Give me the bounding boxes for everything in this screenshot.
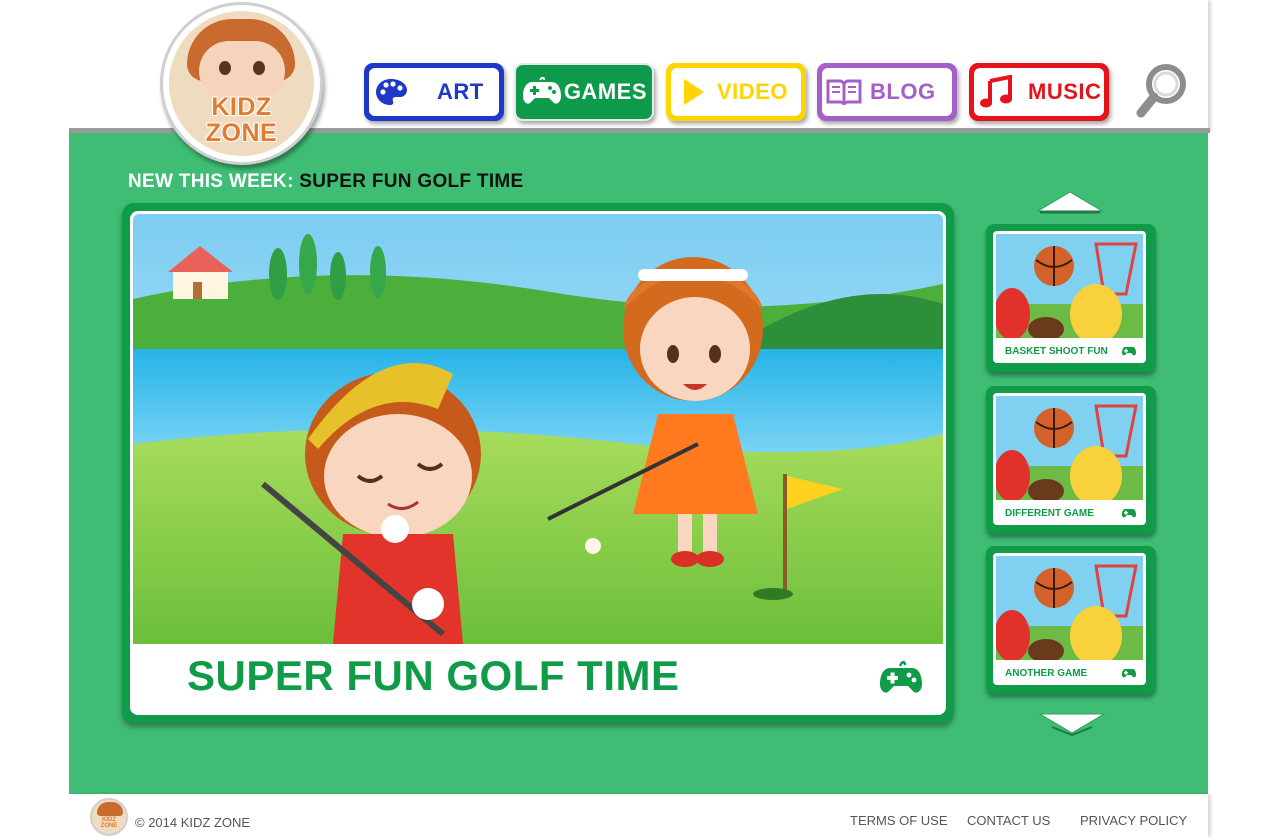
logo-text-line2: ZONE bbox=[205, 119, 278, 147]
nav-blog-button[interactable]: BLOG bbox=[817, 63, 957, 121]
nav-games-label: GAMES bbox=[563, 79, 647, 104]
main-content: NEW THIS WEEK: SUPER FUN GOLF TIME SUPER… bbox=[69, 133, 1208, 794]
terms-of-use-link[interactable]: TERMS OF USE bbox=[850, 813, 948, 828]
game-thumbnail-image bbox=[996, 556, 1143, 660]
search-button[interactable] bbox=[1134, 60, 1190, 122]
nav-art-button[interactable]: ART bbox=[364, 63, 504, 121]
nav-blog-label: BLOG bbox=[870, 79, 936, 104]
heading-game-name[interactable]: SUPER FUN GOLF TIME bbox=[299, 171, 523, 192]
gamepad-icon bbox=[1122, 669, 1136, 678]
carousel-item-label: ANOTHER GAME bbox=[1005, 668, 1088, 679]
featured-game-title[interactable]: SUPER FUN GOLF TIME bbox=[187, 652, 680, 700]
music-note-icon bbox=[974, 68, 1018, 116]
contact-us-link[interactable]: CONTACT US bbox=[967, 813, 1050, 828]
nav-music-button[interactable]: MUSIC bbox=[969, 63, 1109, 121]
carousel-item-label: BASKET SHOOT FUN bbox=[1005, 346, 1108, 357]
gamepad-icon bbox=[880, 660, 922, 693]
palette-icon bbox=[369, 68, 413, 116]
game-thumbnail-image bbox=[996, 396, 1143, 500]
magnifier-icon bbox=[1136, 64, 1186, 118]
carousel-item[interactable]: BASKET SHOOT FUN bbox=[986, 224, 1156, 372]
arrow-up-icon bbox=[1036, 191, 1104, 214]
copyright-text: © 2014 KIDZ ZONE bbox=[135, 815, 251, 830]
featured-game-image[interactable] bbox=[133, 214, 943, 644]
footer-logo[interactable]: KIDZ ZONE bbox=[90, 798, 128, 836]
privacy-policy-link[interactable]: PRIVACY POLICY bbox=[1080, 813, 1187, 828]
featured-game-card[interactable]: SUPER FUN GOLF TIME bbox=[122, 203, 954, 723]
play-game-button[interactable] bbox=[879, 658, 923, 696]
carousel-item[interactable]: DIFFERENT GAME bbox=[986, 386, 1156, 534]
new-this-week-heading: NEW THIS WEEK: SUPER FUN GOLF TIME bbox=[128, 171, 524, 193]
play-icon bbox=[671, 68, 715, 116]
logo-text-line1: KIDZ bbox=[211, 93, 272, 121]
heading-prefix: NEW THIS WEEK: bbox=[128, 171, 294, 192]
nav-art-label: ART bbox=[437, 79, 484, 104]
carousel-item-label: DIFFERENT GAME bbox=[1005, 508, 1094, 519]
gamepad-icon bbox=[521, 70, 564, 114]
game-thumbnail-image bbox=[996, 234, 1143, 338]
kidz-zone-logo[interactable]: KIDZ ZONE bbox=[160, 2, 323, 165]
arrow-down-icon bbox=[1038, 713, 1106, 737]
nav-video-label: VIDEO bbox=[717, 79, 788, 104]
carousel-item[interactable]: ANOTHER GAME bbox=[986, 546, 1156, 694]
gamepad-icon bbox=[1122, 347, 1136, 356]
gamepad-icon bbox=[1122, 509, 1136, 518]
site-footer: KIDZ ZONE © 2014 KIDZ ZONE TERMS OF USE C… bbox=[69, 794, 1208, 837]
book-icon bbox=[822, 68, 866, 116]
featured-caption-bar: SUPER FUN GOLF TIME bbox=[133, 644, 943, 712]
carousel-up-arrow[interactable] bbox=[1036, 189, 1104, 215]
carousel-down-arrow[interactable] bbox=[1038, 711, 1106, 737]
nav-games-button[interactable]: GAMES bbox=[514, 63, 654, 121]
nav-video-button[interactable]: VIDEO bbox=[666, 63, 806, 121]
nav-music-label: MUSIC bbox=[1028, 79, 1102, 104]
